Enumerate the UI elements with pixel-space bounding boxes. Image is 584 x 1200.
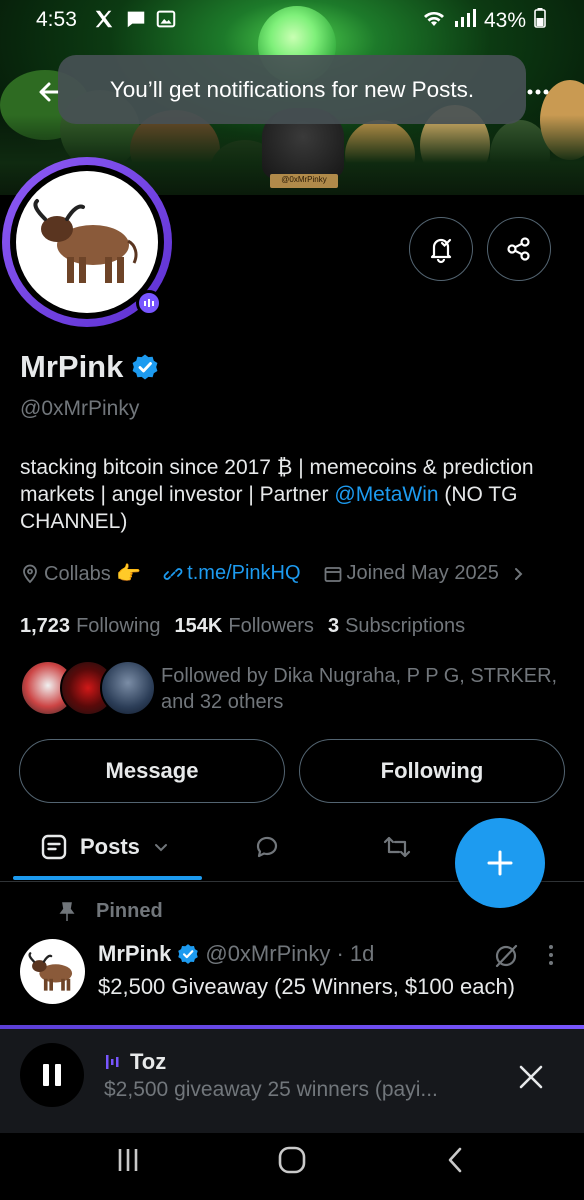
verified-badge-icon (132, 354, 158, 380)
system-back-icon[interactable] (436, 1143, 476, 1177)
post-more-icon[interactable] (545, 942, 557, 968)
website-item[interactable]: t.me/PinkHQ (163, 562, 301, 585)
subscriptions-label: Subscriptions (345, 615, 466, 637)
recent-apps-icon[interactable] (108, 1143, 148, 1177)
repost-icon (383, 836, 411, 858)
following-stat[interactable]: 1,723 Following (20, 615, 161, 638)
following-button[interactable]: Following (299, 739, 565, 803)
post-author-handle[interactable]: @0xMrPinky · 1d (205, 941, 374, 967)
followers-count: 154K (174, 615, 223, 637)
plus-icon (487, 850, 513, 876)
profile-bio: stacking bitcoin since 2017 ₿ | memecoin… (20, 454, 560, 535)
active-tab-indicator (13, 876, 202, 880)
tab-replies[interactable] (252, 812, 282, 882)
mutual-avatar (100, 660, 156, 716)
website-link[interactable]: t.me/PinkHQ (187, 562, 300, 585)
mutual-followers-avatars[interactable] (20, 660, 156, 716)
x-logo-icon (93, 8, 115, 30)
following-label: Following (76, 615, 161, 637)
pinned-label: Pinned (96, 900, 163, 922)
message-icon (125, 8, 147, 30)
joined-item[interactable]: Joined May 2025 (323, 562, 527, 585)
profile-name-row: MrPink (20, 349, 159, 385)
chevron-right-icon (514, 567, 523, 580)
chevron-down-icon (154, 844, 167, 852)
notification-toast: You’ll get notifications for new Posts. (58, 55, 526, 124)
wifi-icon (422, 8, 446, 34)
status-right: 43% (422, 8, 546, 34)
profile-name: MrPink (20, 349, 124, 384)
home-icon[interactable] (272, 1143, 312, 1177)
followers-stat[interactable]: 154K Followers (175, 615, 314, 638)
player-title-row: Toz (104, 1049, 166, 1075)
location-item: Collabs 👉 (20, 561, 141, 586)
location-pin-icon (23, 564, 37, 583)
location-text: Collabs 👉 (44, 563, 142, 585)
post-author-name[interactable]: MrPink (98, 941, 171, 967)
status-bar: 4:53 43% (0, 0, 584, 42)
reply-icon (256, 836, 278, 858)
tab-posts-label: Posts (80, 834, 140, 859)
notifications-bell-button[interactable] (409, 217, 473, 281)
message-button[interactable]: Message (19, 739, 285, 803)
calendar-icon (324, 566, 341, 582)
signal-icon (454, 8, 476, 34)
profile-meta-row: Collabs 👉 t.me/PinkHQ Joined May 2025 (20, 561, 527, 586)
share-icon (507, 237, 530, 261)
link-icon (163, 567, 183, 580)
player-progress-bar (0, 1025, 584, 1029)
close-icon[interactable] (516, 1062, 546, 1092)
bull-avatar-image (16, 171, 158, 313)
image-icon (155, 8, 177, 30)
post-author-avatar[interactable] (20, 939, 85, 1004)
pause-icon (43, 1064, 61, 1086)
battery-percent: 43% (483, 9, 526, 32)
tab-posts[interactable]: Posts (40, 812, 170, 882)
profile-handle: @0xMrPinky (20, 397, 140, 420)
banner-tag-text: @0xMrPinky (281, 175, 327, 184)
audio-bars-icon (106, 1055, 119, 1069)
followers-label: Followers (228, 615, 314, 637)
spaces-live-icon[interactable] (136, 290, 162, 316)
posts-icon (41, 834, 67, 860)
profile-stats: 1,723 Following 154K Followers 3 Subscripti… (20, 615, 465, 638)
grok-icon[interactable] (492, 942, 520, 970)
bio-mention-link[interactable]: @MetaWin (334, 483, 438, 506)
bell-check-icon (430, 238, 452, 264)
compose-post-button[interactable] (455, 818, 545, 908)
player-subtitle: $2,500 giveaway 25 winners (payi... (104, 1078, 438, 1101)
player-title: Toz (130, 1049, 167, 1074)
joined-text: Joined May 2025 (346, 562, 499, 584)
tab-reposts[interactable] (381, 812, 413, 882)
post-text[interactable]: $2,500 Giveaway (25 Winners, $100 each) (98, 973, 538, 1001)
following-count: 1,723 (20, 615, 71, 637)
pinned-label-row: Pinned (56, 900, 163, 923)
post-header: MrPink @0xMrPinky · 1d (98, 941, 374, 967)
subscriptions-count: 3 (327, 615, 340, 637)
subscriptions-stat[interactable]: 3 Subscriptions (328, 615, 465, 638)
pin-icon (59, 901, 75, 921)
pause-button[interactable] (20, 1043, 84, 1107)
status-time: 4:53 (36, 8, 77, 31)
verified-badge-icon (178, 944, 199, 964)
followed-by-text[interactable]: Followed by Dika Nugraha, P P G, STRKER,… (161, 663, 561, 715)
more-options-icon[interactable] (526, 80, 550, 104)
share-button[interactable] (487, 217, 551, 281)
battery-icon (534, 8, 546, 34)
